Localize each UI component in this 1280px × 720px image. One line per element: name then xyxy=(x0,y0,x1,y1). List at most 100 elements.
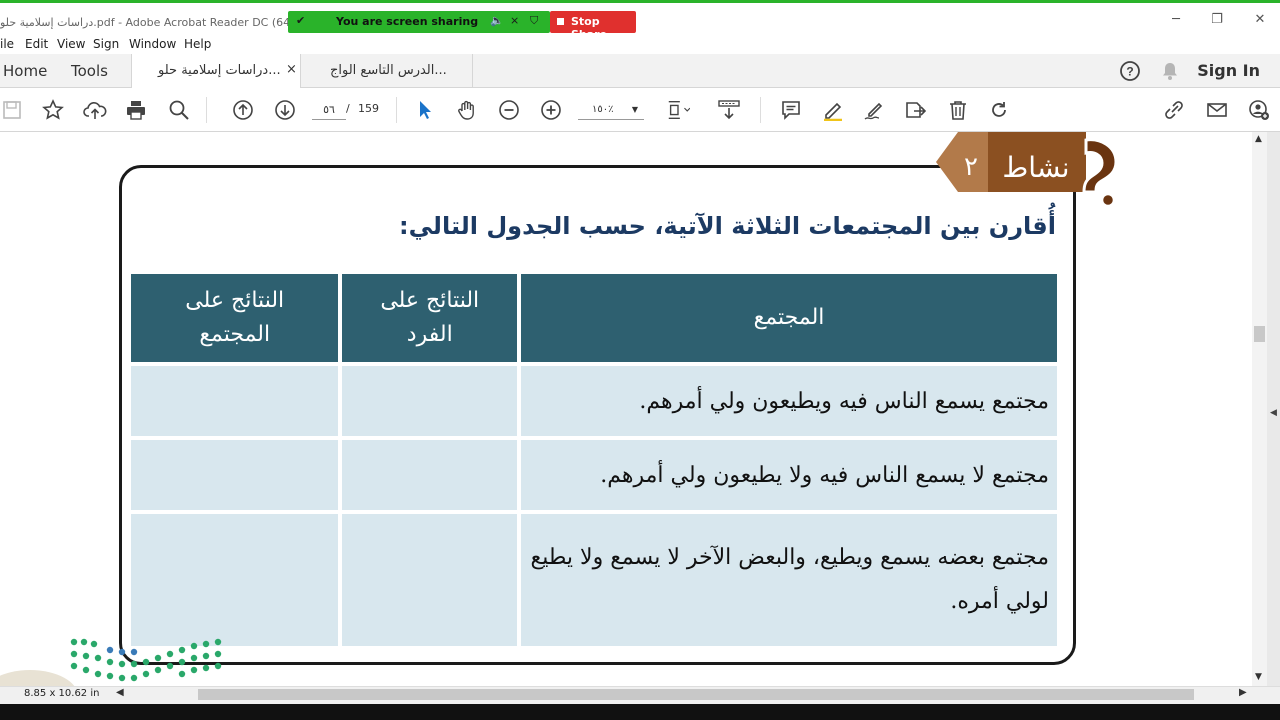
stop-share-button[interactable]: Stop Share xyxy=(550,11,636,41)
zoom-level-select[interactable]: ١٥٠٪ ▼ xyxy=(578,100,644,120)
chevron-down-icon: ▼ xyxy=(631,105,638,114)
scroll-down-icon[interactable]: ▼ xyxy=(1255,672,1262,682)
highlight-pen-icon[interactable] xyxy=(821,98,845,122)
main-toolbar: ٥٦ / 159 ١٥٠٪ ▼ xyxy=(0,88,1280,132)
tab-tools[interactable]: Tools xyxy=(71,62,108,80)
sign-in-button[interactable]: Sign In xyxy=(1197,61,1260,80)
tab-close-button[interactable]: × xyxy=(286,62,297,77)
table-row: مجتمع لا يسمع الناس فيه ولا يطيعون ولي أ… xyxy=(131,440,1057,510)
tab-document-inactive[interactable]: الدرس التاسع الواج... xyxy=(301,54,473,88)
menu-bar: ile Edit View Sign Window Help xyxy=(0,34,1280,54)
tab-home[interactable]: Home xyxy=(3,62,47,80)
add-user-icon[interactable] xyxy=(1247,98,1271,122)
table-header-row: المجتمع النتائج على الفرد النتائج على المج… xyxy=(131,274,1057,362)
help-icon[interactable]: ? xyxy=(1118,59,1142,83)
society-cell: مجتمع يسمع الناس فيه ويطيعون ولي أمرهم. xyxy=(521,366,1057,436)
export-pdf-icon[interactable] xyxy=(904,98,928,122)
menu-file[interactable]: ile xyxy=(0,37,14,51)
rotate-icon[interactable] xyxy=(987,98,1011,122)
page-fit-icon[interactable] xyxy=(666,98,690,122)
tab-document-label: الدرس التاسع الواج... xyxy=(330,63,447,78)
print-icon[interactable] xyxy=(124,98,148,122)
close-window-button[interactable]: ✕ xyxy=(1250,12,1270,27)
ministry-logo xyxy=(0,638,222,686)
menu-edit[interactable]: Edit xyxy=(25,37,48,51)
individual-cell[interactable] xyxy=(342,366,518,436)
toolbar-separator xyxy=(396,97,397,123)
select-cursor-icon[interactable] xyxy=(413,98,437,122)
society-cell: مجتمع لا يسمع الناس فيه ولا يطيعون ولي أ… xyxy=(521,440,1057,510)
page-number-input[interactable]: ٥٦ xyxy=(312,100,346,120)
status-bar: 8.85 x 10.62 in ◀ ▶ xyxy=(0,686,1280,704)
activity-badge: نشاط ٢ xyxy=(936,132,1116,206)
scroll-right-icon[interactable]: ▶ xyxy=(1239,687,1247,698)
header-community: النتائج على المجتمع xyxy=(131,274,339,362)
minimize-button[interactable]: ─ xyxy=(1166,12,1186,27)
scroll-mode-icon[interactable] xyxy=(717,98,741,122)
scroll-up-icon[interactable]: ▲ xyxy=(1255,134,1262,144)
comparison-table: المجتمع النتائج على الفرد النتائج على المج… xyxy=(127,270,1061,650)
comment-icon[interactable] xyxy=(779,98,803,122)
restore-button[interactable]: ❐ xyxy=(1207,12,1227,27)
page-size-readout: 8.85 x 10.62 in xyxy=(24,688,100,699)
email-icon[interactable] xyxy=(1205,98,1229,122)
toolbar-separator xyxy=(206,97,207,123)
zoom-out-icon[interactable] xyxy=(497,98,521,122)
microphone-muted-icon[interactable]: ⨯ xyxy=(510,14,519,27)
document-view[interactable]: نشاط ٢ أُقارن بين المجتمعات الثلاثة الآت… xyxy=(0,132,1252,686)
page-down-icon[interactable] xyxy=(273,98,297,122)
vertical-scrollbar[interactable]: ▲ ▼ xyxy=(1252,132,1267,686)
menu-help[interactable]: Help xyxy=(184,37,211,51)
table-row: مجتمع يسمع الناس فيه ويطيعون ولي أمرهم. xyxy=(131,366,1057,436)
table-row: مجتمع بعضه يسمع ويطيع، والبعض الآخر لا ي… xyxy=(131,514,1057,646)
link-share-icon[interactable] xyxy=(1163,98,1187,122)
community-cell[interactable] xyxy=(131,514,339,646)
society-cell: مجتمع بعضه يسمع ويطيع، والبعض الآخر لا ي… xyxy=(521,514,1057,646)
svg-text:?: ? xyxy=(1126,65,1133,79)
screen-share-status: You are screen sharing xyxy=(336,15,479,28)
community-cell[interactable] xyxy=(131,440,339,510)
bell-icon[interactable] xyxy=(1158,59,1182,83)
zoom-in-icon[interactable] xyxy=(539,98,563,122)
menu-sign[interactable]: Sign xyxy=(93,37,119,51)
upload-cloud-icon[interactable] xyxy=(83,98,107,122)
star-icon[interactable] xyxy=(41,98,65,122)
activity-number: ٢ xyxy=(964,152,978,182)
zoom-search-icon[interactable] xyxy=(167,98,191,122)
sign-pen-icon[interactable] xyxy=(862,98,886,122)
activity-label: نشاط xyxy=(1002,151,1069,184)
page-up-icon[interactable] xyxy=(231,98,255,122)
hand-tool-icon[interactable] xyxy=(455,98,479,122)
menu-view[interactable]: View xyxy=(57,37,85,51)
screen-bottom-edge xyxy=(0,704,1280,720)
header-society-text: المجتمع xyxy=(753,305,825,330)
speaker-icon[interactable]: 🔈 xyxy=(490,14,504,27)
right-pane-toggle[interactable]: ◀ xyxy=(1267,132,1280,686)
header-community-line2: المجتمع xyxy=(199,322,271,347)
page-separator: / xyxy=(346,102,350,115)
header-individual-line2: الفرد xyxy=(406,322,453,347)
vertical-scroll-thumb[interactable] xyxy=(1254,326,1265,342)
page-total: 159 xyxy=(358,102,379,115)
title-bar: دراسات إسلامية حلو.pdf - Adobe Acrobat R… xyxy=(0,0,1280,34)
stop-icon xyxy=(557,18,564,25)
individual-cell[interactable] xyxy=(342,440,518,510)
individual-cell[interactable] xyxy=(342,514,518,646)
scroll-left-icon[interactable]: ◀ xyxy=(116,687,124,698)
trash-icon[interactable] xyxy=(946,98,970,122)
shield-icon[interactable]: ⛉ xyxy=(530,14,538,28)
header-individual: النتائج على الفرد xyxy=(342,274,518,362)
save-icon[interactable] xyxy=(0,98,24,122)
tab-document-active[interactable]: دراسات إسلامية حلو... × xyxy=(131,54,301,88)
community-cell[interactable] xyxy=(131,366,339,436)
share-indicator-line xyxy=(0,0,1280,3)
window-title: دراسات إسلامية حلو.pdf - Adobe Acrobat R… xyxy=(0,16,313,29)
header-community-line1: النتائج على xyxy=(185,288,285,313)
horizontal-scroll-thumb[interactable] xyxy=(198,689,1194,700)
activity-instruction: أُقارن بين المجتمعات الثلاثة الآتية، حسب… xyxy=(399,212,1056,240)
check-icon: ✔ xyxy=(296,14,306,27)
header-individual-line1: النتائج على xyxy=(380,288,480,313)
menu-window[interactable]: Window xyxy=(129,37,176,51)
tab-bar: Home Tools دراسات إسلامية حلو... × الدرس… xyxy=(0,54,1280,88)
chevron-left-icon[interactable]: ◀ xyxy=(1270,408,1277,418)
